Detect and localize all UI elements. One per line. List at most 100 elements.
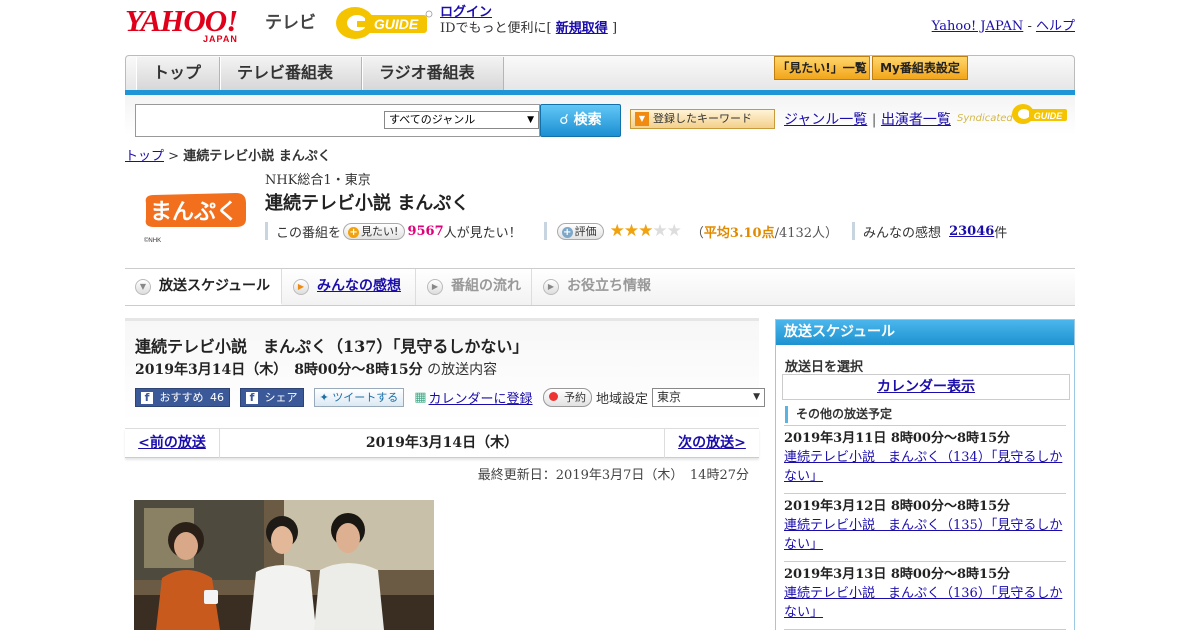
prev-broadcast-link[interactable]: <前の放送 bbox=[125, 429, 220, 458]
want-button[interactable]: + 見たい! bbox=[343, 222, 406, 240]
other-broadcasts-label: その他の放送予定 bbox=[785, 406, 892, 423]
tab-broadcast-schedule[interactable]: ▼ 放送スケジュール bbox=[125, 269, 282, 305]
genre-list-link[interactable]: ジャンル一覧 bbox=[784, 112, 867, 128]
want-count: 9567 bbox=[407, 223, 444, 239]
tweet-button[interactable]: ✦ ツイートする bbox=[313, 387, 405, 407]
yahoo-japan-logo[interactable]: YAHOO! JAPAN bbox=[125, 3, 265, 44]
gguide-small-logo-text: GUIDE bbox=[1034, 111, 1064, 121]
sidebar-header: 放送スケジュール bbox=[776, 320, 1074, 345]
program-logo-text: まんぷく bbox=[150, 200, 238, 225]
record-icon bbox=[548, 391, 558, 401]
channel-label: NHK総合1・東京 bbox=[265, 173, 371, 188]
rating-average: 平均3.10点 bbox=[703, 225, 775, 241]
triangle-down-icon: ▼ bbox=[635, 112, 649, 126]
next-broadcast-link[interactable]: 次の放送> bbox=[664, 429, 759, 458]
gguide-logo[interactable]: GUIDE bbox=[335, 5, 433, 41]
search-button[interactable]: ☌ 検索 bbox=[540, 104, 621, 137]
facebook-icon: f bbox=[141, 391, 153, 404]
tab-label: 放送スケジュール bbox=[159, 278, 271, 294]
search-link-separator: | bbox=[871, 112, 877, 128]
list-item: 2019年3月11日 8時00分～8時15分 連続テレビ小説 まんぷく（134）… bbox=[784, 425, 1066, 486]
broadcast-time: 2019年3月12日 8時00分～8時15分 bbox=[784, 499, 1011, 514]
reserve-label: 予約 bbox=[564, 390, 587, 404]
login-link[interactable]: ログイン bbox=[440, 5, 492, 20]
facebook-share-button[interactable]: f シェア bbox=[240, 387, 304, 407]
broadcast-link[interactable]: 連続テレビ小説 まんぷく（135）「見守るしかない」 bbox=[784, 516, 1066, 554]
want-list-button[interactable]: 「見たい!」一覧 bbox=[774, 56, 870, 80]
program-subtabs: ▼ 放送スケジュール ▶ みんなの感想 ▶ 番組の流れ ▶ お役立ち情報 bbox=[125, 268, 1075, 306]
registered-keyword-button[interactable]: ▼ 登録したキーワード bbox=[630, 109, 775, 129]
select-date-label: 放送日を選択 bbox=[785, 360, 864, 375]
broadcast-link[interactable]: 連続テレビ小説 まんぷく（136）「見守るしかない」 bbox=[784, 584, 1066, 622]
search-button-label: 検索 bbox=[573, 112, 602, 128]
help-link[interactable]: ヘルプ bbox=[1036, 19, 1075, 34]
plus-icon: + bbox=[348, 226, 360, 238]
share-row: f おすすめ 46 f シェア ✦ ツイートする ▦ カレンダーに登録 予約 地… bbox=[135, 387, 766, 407]
facebook-recommend-button[interactable]: f おすすめ 46 bbox=[135, 387, 230, 407]
broadcast-time: 2019年3月13日 8時00分～8時15分 bbox=[784, 567, 1011, 582]
breadcrumb: トップ > 連続テレビ小説 まんぷく bbox=[125, 145, 331, 164]
episode-pager: <前の放送 2019年3月14日（木） 次の放送> bbox=[125, 428, 759, 458]
top-links: Yahoo! JAPAN - ヘルプ bbox=[932, 15, 1075, 34]
genre-select[interactable]: すべてのジャンル ▼ bbox=[384, 111, 539, 129]
schedule-sidebar: 放送スケジュール 放送日を選択 カレンダー表示 その他の放送予定 2019年3月… bbox=[775, 319, 1075, 630]
star-empty-icon: ★ bbox=[652, 221, 667, 241]
tab-everyone-comments[interactable]: ▶ みんなの感想 bbox=[283, 269, 416, 305]
region-select[interactable]: 東京 ▼ bbox=[652, 387, 766, 407]
star-icon: ★ bbox=[609, 221, 625, 241]
yahoo-logo-sub: JAPAN bbox=[203, 34, 238, 44]
episode-datetime-suffix: の放送内容 bbox=[427, 362, 498, 378]
tweet-label: ツイートする bbox=[332, 390, 399, 404]
share-label: シェア bbox=[264, 390, 298, 404]
yahoo-logo-text: YAHOO! bbox=[125, 3, 238, 38]
chevron-down-icon: ▼ bbox=[753, 391, 761, 402]
search-icon: ☌ bbox=[559, 112, 569, 128]
last-updated: 最終更新日：2019年3月7日（木） 14時27分 bbox=[477, 468, 749, 483]
calendar-register-link[interactable]: カレンダーに登録 bbox=[429, 388, 533, 407]
want-button-label: 見たい! bbox=[361, 224, 399, 238]
calendar-display-link[interactable]: カレンダー表示 bbox=[782, 374, 1070, 400]
login-note-suffix: ] bbox=[611, 21, 618, 36]
chevron-down-icon: ▼ bbox=[527, 115, 534, 125]
nav-tab-radio-schedule[interactable]: ラジオ番組表 bbox=[362, 57, 504, 90]
episode-datetime-value: 2019年3月14日（木） 8時00分～8時15分 bbox=[135, 362, 423, 378]
nav-tab-top[interactable]: トップ bbox=[136, 57, 220, 90]
episode-photo bbox=[134, 500, 434, 630]
my-schedule-button[interactable]: My番組表設定 bbox=[872, 56, 968, 80]
yahoo-japan-link[interactable]: Yahoo! JAPAN bbox=[932, 19, 1024, 34]
cast-list-link[interactable]: 出演者一覧 bbox=[881, 112, 951, 128]
gguide-small-logo: GUIDE bbox=[1011, 102, 1069, 126]
plus-icon: + bbox=[561, 226, 573, 238]
broadcast-link[interactable]: 連続テレビ小説 まんぷく（134）「見守るしかない」 bbox=[784, 448, 1066, 486]
tv-label: テレビ bbox=[265, 13, 316, 33]
tab-program-flow: ▶ 番組の流れ bbox=[417, 269, 532, 305]
twitter-icon: ✦ bbox=[319, 390, 329, 404]
chevron-right-icon: ▶ bbox=[293, 279, 309, 295]
login-note-prefix: IDでもっと便利に[ bbox=[440, 21, 552, 36]
star-icon: ★ bbox=[623, 221, 639, 241]
register-link[interactable]: 新規取得 bbox=[556, 21, 608, 36]
nav-tab-tv-schedule[interactable]: テレビ番組表 bbox=[220, 57, 362, 90]
chevron-right-icon: ▶ bbox=[427, 279, 443, 295]
recommend-label: おすすめ bbox=[159, 390, 204, 404]
login-box: ログイン IDでもっと便利に[ 新規取得 ] bbox=[440, 5, 617, 37]
rate-button[interactable]: + 評価 bbox=[556, 222, 604, 240]
list-item: 2019年3月13日 8時00分～8時15分 連続テレビ小説 まんぷく（136）… bbox=[784, 561, 1066, 622]
calendar-add-icon: ▦ bbox=[414, 389, 427, 405]
recommend-count: 46 bbox=[210, 390, 224, 404]
pager-current-date: 2019年3月14日（木） bbox=[365, 435, 519, 451]
episode-datetime: 2019年3月14日（木） 8時00分～8時15分 の放送内容 bbox=[135, 359, 497, 379]
program-logo-credit: ©NHK bbox=[144, 237, 161, 244]
rate-button-label: 評価 bbox=[574, 224, 597, 238]
reserve-button[interactable]: 予約 bbox=[542, 387, 593, 407]
program-stats: この番組を + 見たい! 9567 人が見たい！ + 評価 ★★★★★ （ 平均3.… bbox=[265, 221, 1007, 241]
comments-count-link[interactable]: 23046 bbox=[949, 224, 994, 239]
divider bbox=[852, 222, 856, 240]
comments-unit: 件 bbox=[994, 225, 1008, 241]
breadcrumb-home[interactable]: トップ bbox=[125, 149, 164, 164]
registered-keyword-label: 登録したキーワード bbox=[653, 112, 752, 125]
rating-people: /4132人） bbox=[774, 225, 839, 241]
program-title: 連続テレビ小説 まんぷく bbox=[265, 193, 470, 214]
breadcrumb-separator: > bbox=[168, 149, 180, 164]
divider bbox=[543, 222, 547, 240]
